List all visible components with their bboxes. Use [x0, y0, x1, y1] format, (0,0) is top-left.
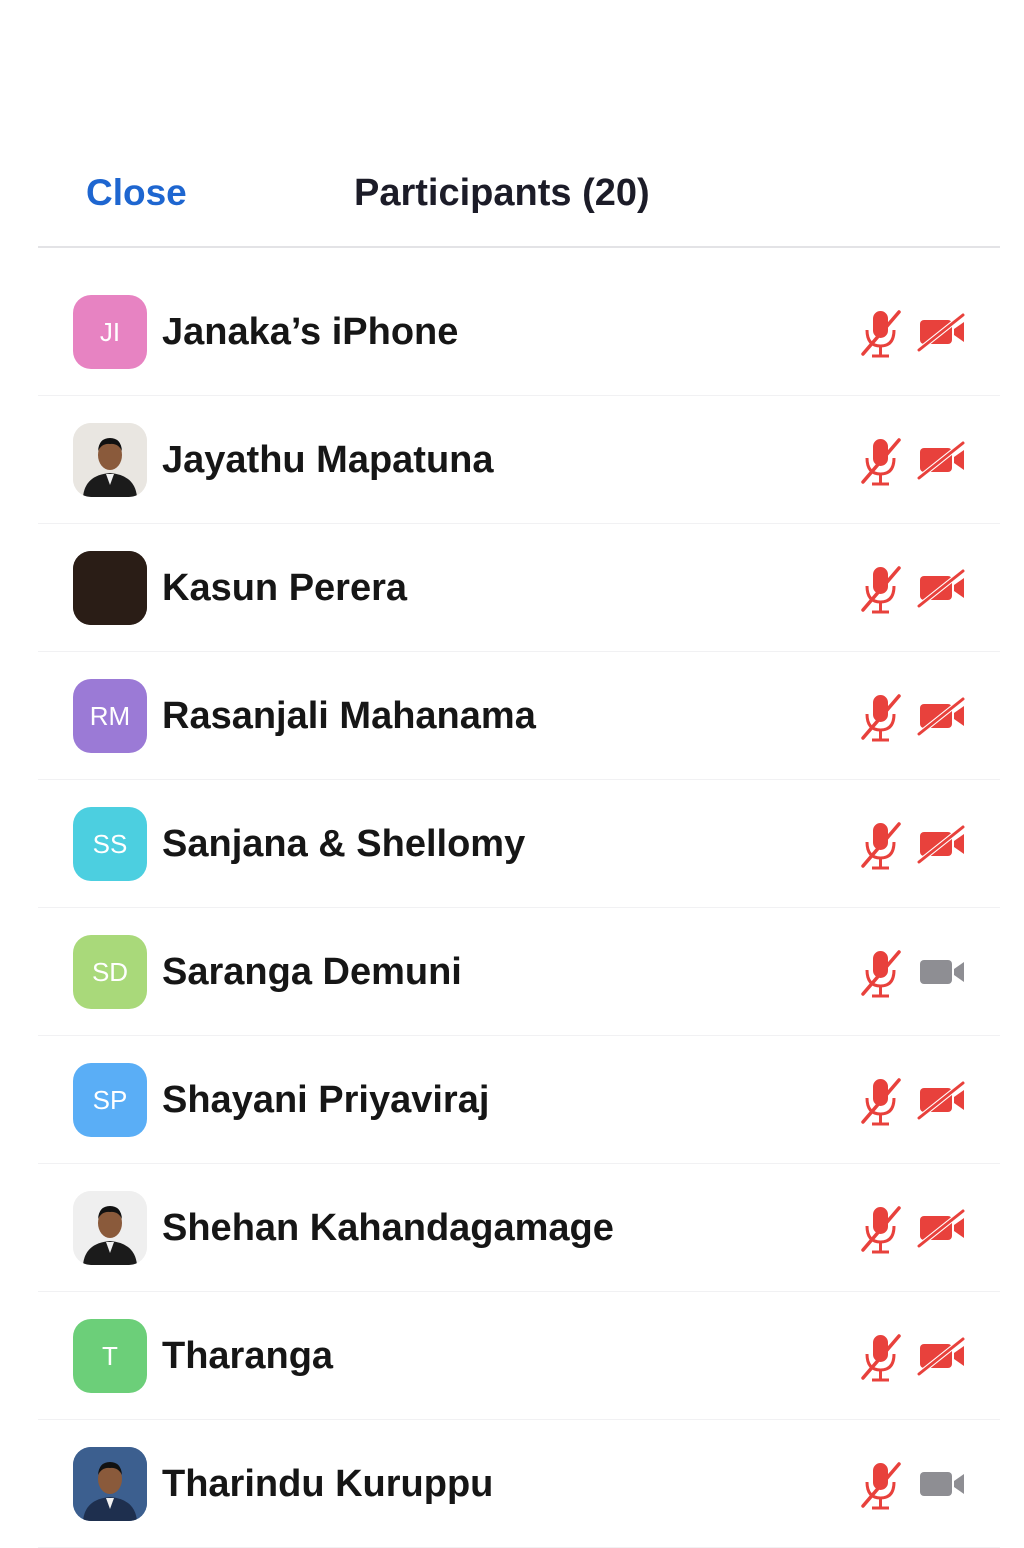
avatar-initials: SD — [91, 956, 129, 987]
participant-name: Tharanga — [162, 1335, 334, 1377]
video-on-icon[interactable] — [916, 952, 968, 992]
mic-muted-icon[interactable] — [858, 692, 904, 744]
video-off-icon[interactable] — [916, 1208, 968, 1248]
avatar-initials: RM — [89, 700, 131, 731]
participant-row-shayani-priyaviraj[interactable]: SP Shayani Priyaviraj — [38, 1036, 1000, 1164]
avatar — [73, 551, 147, 625]
avatar — [73, 423, 147, 497]
page-title: Participants (20) — [354, 172, 650, 214]
video-off-icon[interactable] — [916, 568, 968, 608]
video-off-icon[interactable] — [916, 440, 968, 480]
participant-name: Jayathu Mapatuna — [162, 439, 494, 481]
participants-header: Close Participants (20) — [38, 140, 1000, 248]
participant-row-tharanga[interactable]: T Tharanga — [38, 1292, 1000, 1420]
participant-row-kasun-perera[interactable]: Kasun Perera — [38, 524, 1000, 652]
participant-row-jayathu-mapatuna[interactable]: Jayathu Mapatuna — [38, 396, 1000, 524]
participant-name: Rasanjali Mahanama — [162, 695, 536, 737]
mic-muted-icon[interactable] — [858, 1204, 904, 1256]
video-off-icon[interactable] — [916, 312, 968, 352]
participant-name: Kasun Perera — [162, 567, 408, 609]
participant-name: Sanjana & Shellomy — [162, 823, 526, 865]
participant-row-tharindu-kuruppu[interactable]: Tharindu Kuruppu — [38, 1420, 1000, 1548]
mic-muted-icon[interactable] — [858, 1332, 904, 1384]
participant-name: Shehan Kahandagamage — [162, 1207, 614, 1249]
avatar-initials: JI — [99, 316, 121, 347]
participant-row-shehan-kahandagamage[interactable]: Shehan Kahandagamage — [38, 1164, 1000, 1292]
video-on-icon[interactable] — [916, 1464, 968, 1504]
avatar — [73, 1447, 147, 1521]
mic-muted-icon[interactable] — [858, 1460, 904, 1512]
avatar: T — [73, 1319, 147, 1393]
mic-muted-icon[interactable] — [858, 564, 904, 616]
participant-list: JI Janaka’s iPhone Jayathu Mapatuna Kasun P… — [38, 268, 1000, 1548]
participant-name: Janaka’s iPhone — [162, 311, 459, 353]
avatar: SD — [73, 935, 147, 1009]
avatar: SP — [73, 1063, 147, 1137]
participant-name: Shayani Priyaviraj — [162, 1079, 490, 1121]
participant-row-rasanjali-mahanama[interactable]: RM Rasanjali Mahanama — [38, 652, 1000, 780]
avatar-initials: SP — [92, 1084, 128, 1115]
mic-muted-icon[interactable] — [858, 948, 904, 1000]
participant-row-saranga-demuni[interactable]: SD Saranga Demuni — [38, 908, 1000, 1036]
participant-name: Tharindu Kuruppu — [162, 1463, 494, 1505]
close-button[interactable]: Close — [86, 172, 187, 214]
avatar: JI — [73, 295, 147, 369]
avatar-initials: SS — [92, 828, 128, 859]
avatar — [73, 1191, 147, 1265]
avatar-initials: T — [102, 1340, 118, 1371]
participant-row-janaka-s-iphone[interactable]: JI Janaka’s iPhone — [38, 268, 1000, 396]
mic-muted-icon[interactable] — [858, 436, 904, 488]
video-off-icon[interactable] — [916, 696, 968, 736]
video-off-icon[interactable] — [916, 1336, 968, 1376]
participant-name: Saranga Demuni — [162, 951, 462, 993]
video-off-icon[interactable] — [916, 1080, 968, 1120]
avatar: RM — [73, 679, 147, 753]
mic-muted-icon[interactable] — [858, 1076, 904, 1128]
video-off-icon[interactable] — [916, 824, 968, 864]
mic-muted-icon[interactable] — [858, 308, 904, 360]
participant-row-sanjana-shellomy[interactable]: SS Sanjana & Shellomy — [38, 780, 1000, 908]
mic-muted-icon[interactable] — [858, 820, 904, 872]
avatar: SS — [73, 807, 147, 881]
